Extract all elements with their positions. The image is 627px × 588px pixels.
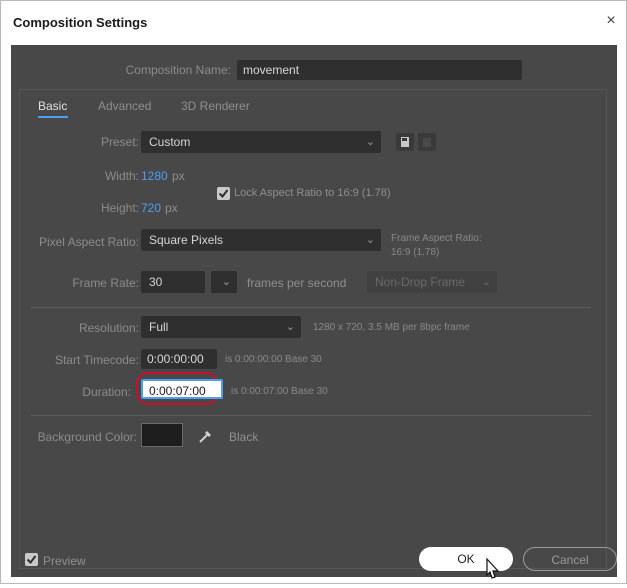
height-value[interactable]: 720 [141, 201, 161, 215]
dialog-body: Composition Name: movement Basic Advance… [11, 45, 617, 577]
save-preset-icon[interactable] [396, 133, 414, 151]
chevron-down-icon: ⌄ [221, 276, 231, 288]
start-timecode-input[interactable]: 0:00:00:00 [141, 349, 217, 369]
chevron-down-icon: ⌄ [481, 276, 491, 288]
chevron-down-icon: ⌄ [365, 234, 375, 246]
drop-frame-dropdown[interactable]: Non-Drop Frame ⌄ [367, 271, 497, 293]
width-label: Width: [104, 169, 139, 183]
title-bar: Composition Settings × [1, 1, 626, 45]
start-timecode-info: is 0:00:00:00 Base 30 [225, 354, 322, 365]
tab-basic[interactable]: Basic [38, 99, 67, 113]
pixel-aspect-value: Square Pixels [149, 233, 224, 247]
mouse-cursor-icon [481, 557, 505, 585]
frame-aspect-value: 16:9 (1.78) [391, 247, 440, 258]
checkmark-icon [26, 555, 37, 565]
frame-rate-input[interactable]: 30 [141, 271, 205, 293]
resolution-label: Resolution: [78, 321, 139, 335]
chevron-down-icon: ⌄ [365, 136, 375, 148]
resolution-dropdown[interactable]: Full ⌄ [141, 316, 301, 338]
window-title: Composition Settings [13, 15, 148, 30]
frame-rate-label: Frame Rate: [72, 276, 139, 290]
width-unit: px [172, 169, 185, 183]
frame-rate-unit: frames per second [247, 276, 347, 290]
close-icon[interactable]: × [601, 11, 621, 31]
frame-aspect-label: Frame Aspect Ratio: [391, 233, 482, 244]
checkmark-icon [218, 189, 229, 199]
start-timecode-label: Start Timecode: [54, 353, 139, 367]
pixel-aspect-label: Pixel Aspect Ratio: [38, 235, 139, 249]
tab-advanced[interactable]: Advanced [98, 99, 151, 113]
comp-name-label: Composition Name: [125, 63, 231, 77]
drop-frame-value: Non-Drop Frame [375, 275, 466, 289]
frame-rate-dropdown[interactable]: ⌄ [211, 271, 237, 293]
height-label: Height: [100, 201, 139, 215]
preview-label: Preview [43, 554, 86, 568]
tab-3d-renderer[interactable]: 3D Renderer [181, 99, 250, 113]
tab-basic-underline [38, 116, 68, 118]
cancel-button[interactable]: Cancel [523, 547, 617, 571]
background-color-label: Background Color: [37, 430, 137, 444]
delete-preset-icon[interactable] [418, 133, 436, 151]
background-color-name: Black [229, 430, 259, 444]
duration-input[interactable]: 0:00:07:00 [141, 379, 223, 399]
lock-aspect-label: Lock Aspect Ratio to 16:9 (1.78) [234, 187, 391, 199]
frame-rate-value: 30 [149, 275, 163, 289]
duration-info: is 0:00:07:00 Base 30 [231, 386, 328, 397]
duration-label: Duration: [82, 385, 131, 399]
resolution-info: 1280 x 720, 3.5 MB per 8bpc frame [313, 322, 470, 333]
preset-value: Custom [149, 135, 191, 149]
height-unit: px [165, 201, 178, 215]
width-value[interactable]: 1280 [141, 169, 168, 183]
pixel-aspect-dropdown[interactable]: Square Pixels ⌄ [141, 229, 381, 251]
section-divider [31, 307, 591, 308]
resolution-value: Full [149, 320, 169, 334]
lock-aspect-checkbox[interactable] [217, 187, 230, 200]
preset-label: Preset: [100, 135, 139, 149]
composition-settings-window: Composition Settings × Composition Name:… [0, 0, 627, 584]
preset-dropdown[interactable]: Custom ⌄ [141, 131, 381, 153]
comp-name-input[interactable]: movement [237, 60, 522, 80]
section-divider [31, 415, 591, 416]
eyedropper-icon[interactable] [197, 427, 215, 445]
preview-checkbox[interactable] [25, 553, 38, 566]
chevron-down-icon: ⌄ [285, 321, 295, 333]
background-color-swatch[interactable] [141, 423, 183, 447]
